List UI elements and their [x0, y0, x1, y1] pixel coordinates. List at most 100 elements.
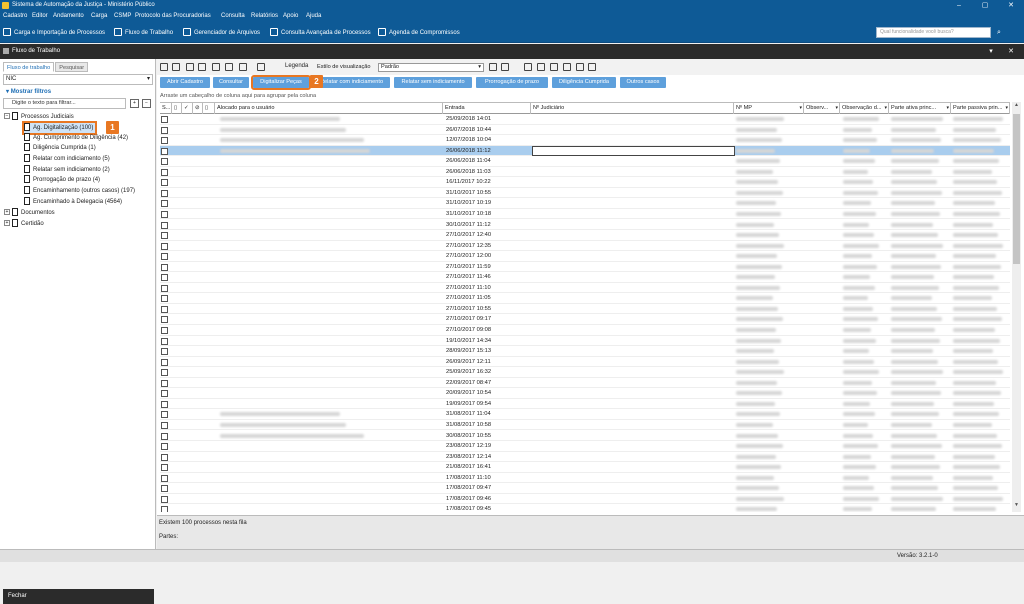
- list-icon[interactable]: [537, 63, 545, 71]
- table-row[interactable]: 31/10/2017 10:18: [160, 209, 1010, 220]
- tree-relatar-sem[interactable]: Relatar sem indiciamento (2): [24, 165, 110, 175]
- tree-encaminhado-delegacia[interactable]: Encaminhado à Delegacia (4564): [24, 197, 122, 207]
- row-checkbox[interactable]: [161, 464, 168, 472]
- columns-icon[interactable]: [563, 63, 571, 71]
- diligencia-button[interactable]: Diligência Cumprida: [552, 77, 616, 88]
- table-row[interactable]: 23/08/2017 12:19: [160, 441, 1010, 452]
- row-checkbox[interactable]: [161, 411, 168, 419]
- scroll-down-icon[interactable]: ▼: [1012, 502, 1021, 512]
- row-checkbox[interactable]: [161, 210, 168, 218]
- row-checkbox[interactable]: [161, 400, 168, 408]
- table-row[interactable]: 21/08/2017 16:41: [160, 462, 1010, 473]
- table-row[interactable]: 31/10/2017 10:19: [160, 198, 1010, 209]
- col-observ[interactable]: Observ... ▾: [804, 103, 840, 114]
- collapse-all-icon[interactable]: −: [142, 99, 151, 108]
- row-checkbox[interactable]: [161, 274, 168, 282]
- show-filters-link[interactable]: ▾ Mostrar filtros: [6, 88, 51, 95]
- menu-editor[interactable]: Editor: [32, 13, 48, 19]
- filter-icon[interactable]: ▾: [884, 103, 887, 114]
- tree-prorrogacao[interactable]: Prorrogação de prazo (4): [24, 175, 100, 185]
- menu-relatorios[interactable]: Relatórios: [251, 13, 278, 19]
- row-checkbox[interactable]: [161, 337, 168, 345]
- table-icon[interactable]: [550, 63, 558, 71]
- table-row[interactable]: 17/08/2017 11:10: [160, 473, 1010, 484]
- filter-icon[interactable]: ▾: [835, 103, 838, 114]
- table-row[interactable]: 17/08/2017 09:45: [160, 504, 1010, 512]
- menu-protocolo[interactable]: Protocolo das Procuradorias: [135, 13, 211, 19]
- style-select[interactable]: Padrão ▾: [378, 63, 484, 72]
- row-checkbox[interactable]: [161, 284, 168, 292]
- tab-pesquisar[interactable]: Pesquisar: [55, 62, 89, 72]
- move-icon[interactable]: [212, 63, 220, 71]
- filter-icon[interactable]: ▾: [799, 103, 802, 114]
- row-checkbox[interactable]: [161, 221, 168, 229]
- table-row[interactable]: 19/10/2017 14:34: [160, 336, 1010, 347]
- col-doc-icon[interactable]: ▯: [172, 103, 182, 114]
- col-status[interactable]: S...: [160, 103, 172, 114]
- tree-diligencia-cumprida[interactable]: Diligência Cumprida (1): [24, 143, 96, 153]
- unit-select[interactable]: NIC ▾: [3, 74, 153, 85]
- table-row[interactable]: 26/09/2017 12:11: [160, 357, 1010, 368]
- save-view-icon[interactable]: [489, 63, 497, 71]
- row-checkbox[interactable]: [161, 253, 168, 261]
- collapse-icon[interactable]: −: [4, 113, 10, 119]
- scroll-up-icon[interactable]: ▲: [1012, 102, 1021, 112]
- delete-view-icon[interactable]: [501, 63, 509, 71]
- col-alocado[interactable]: Alocado para o usuário: [215, 103, 443, 114]
- row-checkbox[interactable]: [161, 432, 168, 440]
- table-row[interactable]: 17/08/2017 09:46: [160, 494, 1010, 505]
- row-checkbox[interactable]: [161, 327, 168, 334]
- copy-icon[interactable]: [186, 63, 194, 71]
- outros-casos-button[interactable]: Outros casos: [620, 77, 666, 88]
- relatar-sem-button[interactable]: Relatar sem indiciamento: [394, 77, 472, 88]
- minimize-button[interactable]: –: [946, 0, 972, 11]
- toolbar-fluxo[interactable]: Fluxo de Trabalho: [114, 28, 173, 38]
- export-icon[interactable]: [239, 63, 247, 71]
- table-row[interactable]: 26/06/2018 11:04: [160, 156, 1010, 167]
- table-row[interactable]: 26/06/2018 11:12: [160, 145, 1010, 157]
- row-checkbox[interactable]: [161, 168, 168, 176]
- row-checkbox[interactable]: [161, 232, 168, 240]
- abrir-cadastro-button[interactable]: Abrir Cadastro: [160, 77, 210, 88]
- menu-cadastro[interactable]: Cadastro: [3, 13, 27, 19]
- table-row[interactable]: 19/09/2017 09:54: [160, 399, 1010, 410]
- vertical-scrollbar[interactable]: ▲ ▼: [1012, 102, 1021, 512]
- tree-ag-cumprimento[interactable]: Ag. Cumprimento de Diligência (42): [24, 133, 128, 143]
- row-checkbox[interactable]: [161, 179, 168, 187]
- tree-encaminhamento[interactable]: Encaminhamento (outros casos) (197): [24, 186, 135, 196]
- table-row[interactable]: 27/10/2017 11:10: [160, 283, 1010, 294]
- row-checkbox[interactable]: [161, 485, 168, 493]
- prorrogacao-button[interactable]: Prorrogação de prazo: [476, 77, 548, 88]
- table-row[interactable]: 27/10/2017 11:05: [160, 293, 1010, 304]
- row-checkbox[interactable]: [161, 147, 168, 155]
- table-row[interactable]: 27/10/2017 09:08: [160, 325, 1010, 336]
- maximize-button[interactable]: ▢: [972, 0, 998, 11]
- row-checkbox[interactable]: [161, 390, 168, 398]
- row-checkbox[interactable]: [161, 316, 168, 324]
- table-row[interactable]: 31/08/2017 10:58: [160, 420, 1010, 431]
- legend-button[interactable]: Legenda: [285, 63, 308, 69]
- table-row[interactable]: 27/10/2017 12:00: [160, 251, 1010, 262]
- menu-ajuda[interactable]: Ajuda: [306, 13, 321, 19]
- table-row[interactable]: 20/09/2017 10:54: [160, 388, 1010, 399]
- row-checkbox[interactable]: [161, 305, 168, 313]
- table-row[interactable]: 26/07/2018 10:44: [160, 125, 1010, 136]
- col-attach-icon[interactable]: ⊘: [193, 103, 203, 114]
- row-checkbox[interactable]: [161, 474, 168, 482]
- row-checkbox[interactable]: [161, 200, 168, 208]
- expand-icon[interactable]: +: [4, 209, 10, 215]
- col-entrada[interactable]: Entrada: [443, 103, 531, 114]
- tree-certidao[interactable]: + Certidão: [4, 219, 44, 229]
- row-checkbox[interactable]: [161, 242, 168, 250]
- tree-filter-input[interactable]: Digite o texto para filtrar...: [3, 98, 126, 109]
- col-check-icon[interactable]: ✓: [182, 103, 193, 114]
- close-button[interactable]: ✕: [998, 0, 1024, 11]
- menu-consulta[interactable]: Consulta: [221, 13, 245, 19]
- tree-documentos[interactable]: + Documentos: [4, 208, 55, 218]
- col-parte-ativa[interactable]: Parte ativa princ... ▾: [889, 103, 951, 114]
- table-row[interactable]: 25/09/2018 14:01: [160, 114, 1010, 125]
- row-checkbox[interactable]: [161, 369, 168, 377]
- table-row[interactable]: 30/10/2017 11:12: [160, 220, 1010, 230]
- table-row[interactable]: 27/10/2017 11:59: [160, 262, 1010, 273]
- table-row[interactable]: 31/08/2017 11:04: [160, 409, 1010, 420]
